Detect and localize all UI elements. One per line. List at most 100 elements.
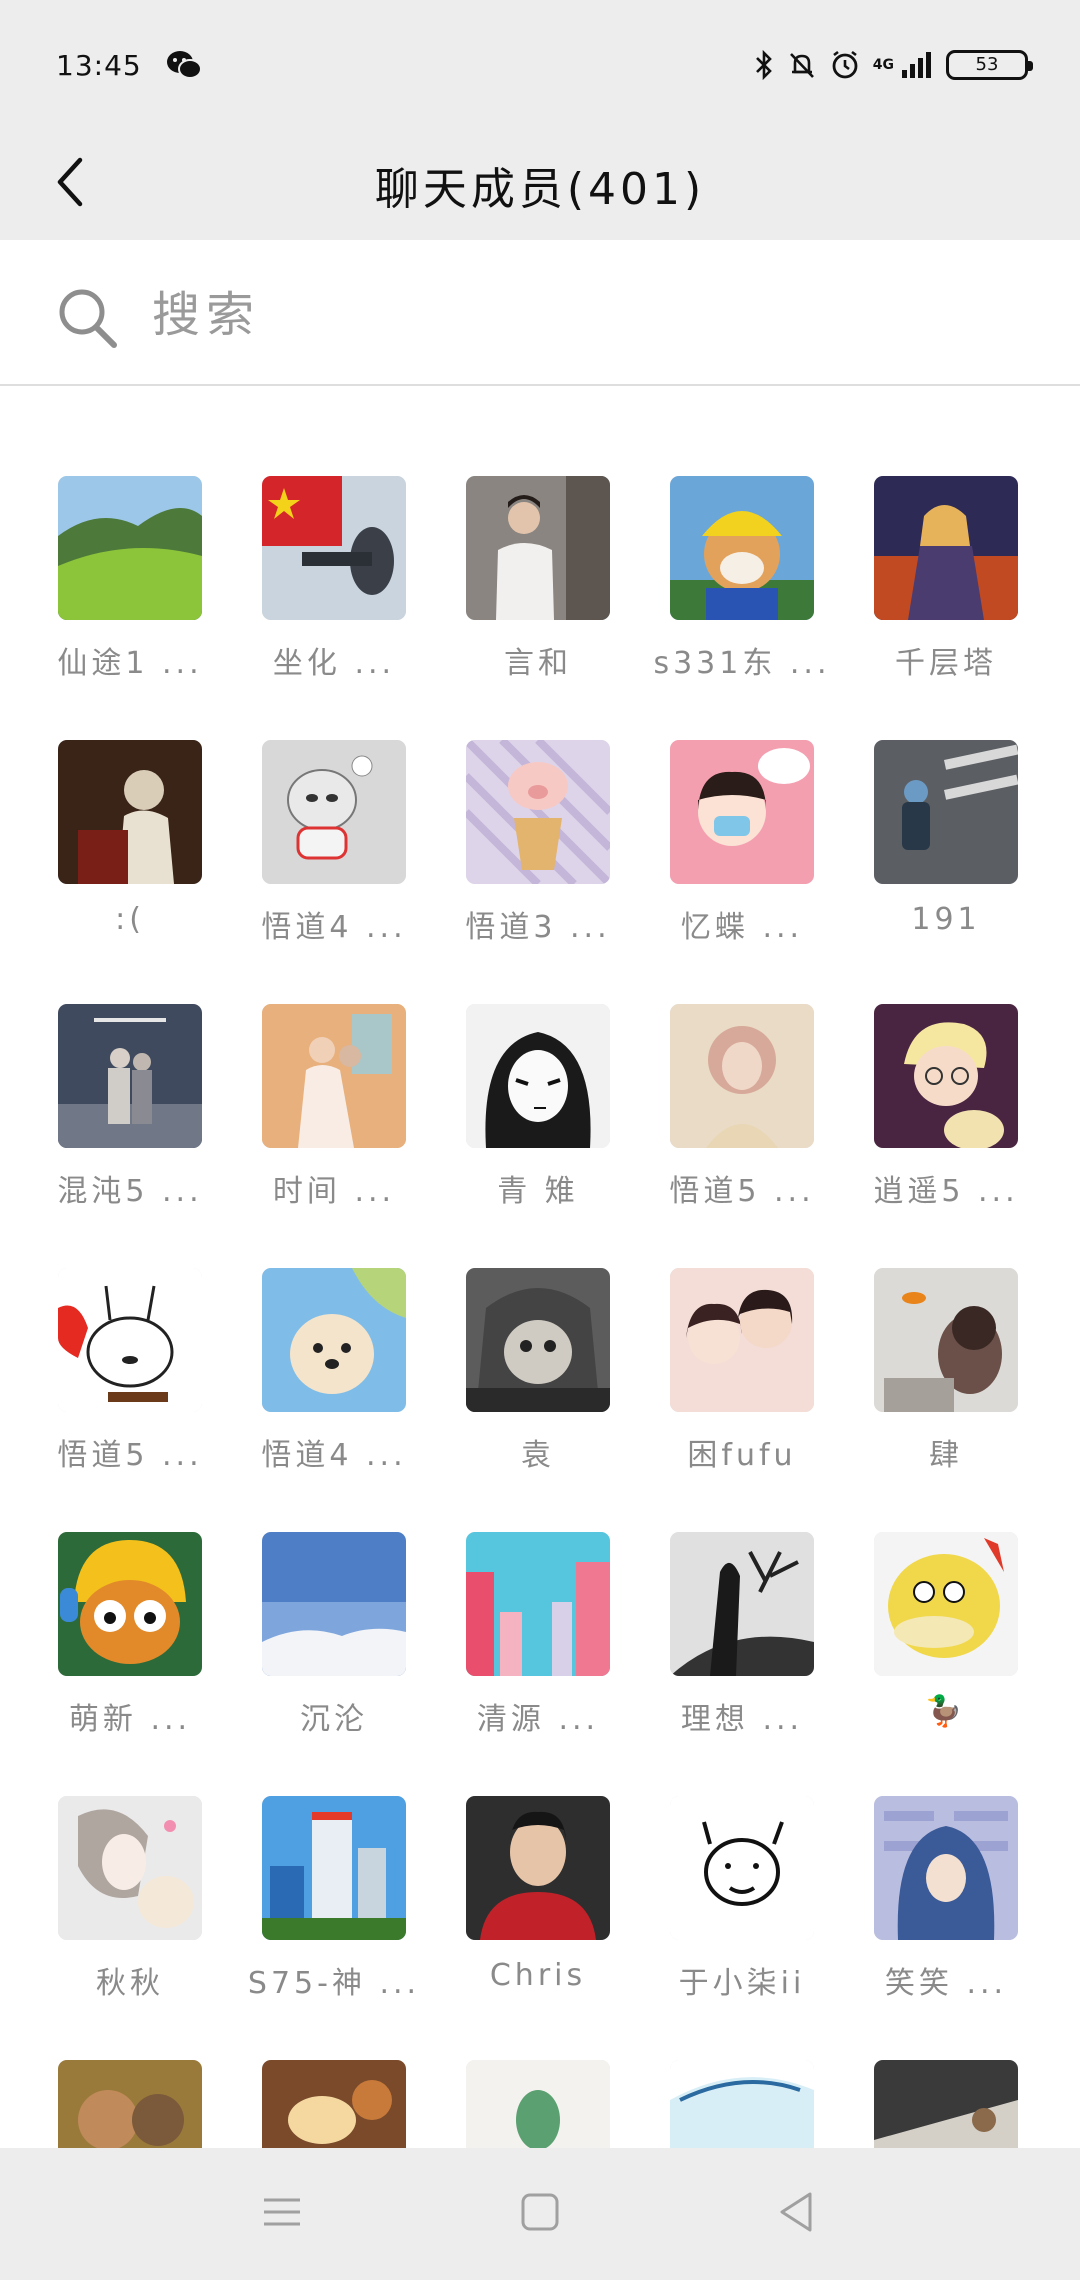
member-item[interactable]: 悟道5 ... xyxy=(28,1268,232,1498)
member-avatar[interactable] xyxy=(262,2060,406,2148)
member-avatar[interactable] xyxy=(58,476,202,620)
member-name: 困fufu xyxy=(687,1438,797,1473)
member-name: 悟道4 ... xyxy=(261,1438,407,1473)
member-item[interactable]: 萌新 ... xyxy=(28,1532,232,1762)
member-name: 混沌5 ... xyxy=(57,1174,203,1209)
member-name: 萌新 ... xyxy=(68,1702,192,1737)
member-item[interactable]: 🦆 xyxy=(844,1532,1048,1762)
member-item[interactable] xyxy=(232,2060,436,2148)
member-name: 悟道5 ... xyxy=(669,1174,815,1209)
member-avatar[interactable] xyxy=(58,1796,202,1940)
member-name: 坐化 ... xyxy=(272,646,396,681)
member-avatar[interactable] xyxy=(262,740,406,884)
menu-icon xyxy=(262,2192,302,2236)
member-item[interactable]: 于小柒ii xyxy=(640,1796,844,2026)
member-avatar[interactable] xyxy=(670,1268,814,1412)
member-item[interactable]: 秋秋 xyxy=(28,1796,232,2026)
member-item[interactable]: 逍遥5 ... xyxy=(844,1004,1048,1234)
member-avatar[interactable] xyxy=(58,2060,202,2148)
member-avatar[interactable] xyxy=(670,2060,814,2148)
battery-level: 53 xyxy=(975,54,999,75)
member-item[interactable]: 仙途1 ... xyxy=(28,476,232,706)
member-name: 青 雉 xyxy=(497,1174,579,1209)
member-item[interactable]: 笑笑 ... xyxy=(844,1796,1048,2026)
member-avatar[interactable] xyxy=(466,1796,610,1940)
member-avatar[interactable] xyxy=(670,476,814,620)
member-name: S75-神 ... xyxy=(247,1966,421,2001)
bluetooth-icon xyxy=(753,50,775,80)
member-avatar[interactable] xyxy=(466,1532,610,1676)
alarm-icon xyxy=(829,49,861,81)
menu-button[interactable] xyxy=(252,2184,312,2244)
member-item[interactable]: s331东 ... xyxy=(640,476,844,706)
member-item[interactable] xyxy=(844,2060,1048,2148)
member-avatar[interactable] xyxy=(262,1796,406,1940)
member-name: 秋秋 xyxy=(96,1966,164,2001)
signal-icon xyxy=(900,50,934,80)
nav-bar: 聊天成员(401) xyxy=(0,130,1080,240)
member-avatar[interactable] xyxy=(670,1796,814,1940)
member-avatar[interactable] xyxy=(874,2060,1018,2148)
member-name: 191 xyxy=(911,902,981,937)
member-item[interactable]: 理想 ... xyxy=(640,1532,844,1762)
member-name: 清源 ... xyxy=(476,1702,600,1737)
battery-indicator: 53 xyxy=(946,50,1033,80)
member-item[interactable]: 悟道4 ... xyxy=(232,740,436,970)
member-item[interactable]: 困fufu xyxy=(640,1268,844,1498)
member-item[interactable]: 千层塔 xyxy=(844,476,1048,706)
search-bar[interactable] xyxy=(0,240,1080,386)
member-item[interactable]: 混沌5 ... xyxy=(28,1004,232,1234)
member-avatar[interactable] xyxy=(262,1004,406,1148)
member-avatar[interactable] xyxy=(466,740,610,884)
member-item[interactable]: 悟道4 ... xyxy=(232,1268,436,1498)
member-avatar[interactable] xyxy=(262,476,406,620)
member-avatar[interactable] xyxy=(874,1004,1018,1148)
member-avatar[interactable] xyxy=(58,1532,202,1676)
status-bar: 13:45 4G 53 xyxy=(0,0,1080,130)
member-name: 悟道3 ... xyxy=(465,910,611,945)
status-time: 13:45 xyxy=(56,48,142,82)
member-item[interactable] xyxy=(640,2060,844,2148)
member-avatar[interactable] xyxy=(874,476,1018,620)
member-item[interactable] xyxy=(28,2060,232,2148)
member-item[interactable]: 191 xyxy=(844,740,1048,970)
member-avatar[interactable] xyxy=(58,740,202,884)
member-item[interactable]: S75-神 ... xyxy=(232,1796,436,2026)
nav-back-button[interactable] xyxy=(766,2184,826,2244)
member-avatar[interactable] xyxy=(670,1532,814,1676)
member-avatar[interactable] xyxy=(670,1004,814,1148)
member-item[interactable]: 时间 ... xyxy=(232,1004,436,1234)
member-item[interactable]: 忆蝶 ... xyxy=(640,740,844,970)
member-item[interactable]: 沉沦 xyxy=(232,1532,436,1762)
member-avatar[interactable] xyxy=(262,1532,406,1676)
member-avatar[interactable] xyxy=(262,1268,406,1412)
search-icon xyxy=(56,286,120,354)
member-avatar[interactable] xyxy=(58,1004,202,1148)
member-item[interactable]: 坐化 ... xyxy=(232,476,436,706)
member-item[interactable]: 悟道5 ... xyxy=(640,1004,844,1234)
page-title: 聊天成员(401) xyxy=(374,164,706,215)
member-avatar[interactable] xyxy=(874,1796,1018,1940)
member-avatar[interactable] xyxy=(466,2060,610,2148)
member-avatar[interactable] xyxy=(58,1268,202,1412)
member-avatar[interactable] xyxy=(466,476,610,620)
member-name: 🦆 xyxy=(925,1694,967,1729)
member-avatar[interactable] xyxy=(874,1268,1018,1412)
member-item[interactable]: 袁 xyxy=(436,1268,640,1498)
home-button[interactable] xyxy=(510,2184,570,2244)
member-item[interactable]: 肆 xyxy=(844,1268,1048,1498)
member-item[interactable]: Chris xyxy=(436,1796,640,2026)
member-item[interactable]: :( xyxy=(28,740,232,970)
member-avatar[interactable] xyxy=(670,740,814,884)
member-avatar[interactable] xyxy=(466,1004,610,1148)
home-icon xyxy=(520,2192,560,2236)
member-avatar[interactable] xyxy=(466,1268,610,1412)
member-avatar[interactable] xyxy=(874,740,1018,884)
member-avatar[interactable] xyxy=(874,1532,1018,1676)
search-input[interactable] xyxy=(150,274,1014,356)
member-item[interactable]: 言和 xyxy=(436,476,640,706)
member-item[interactable]: 悟道3 ... xyxy=(436,740,640,970)
member-item[interactable]: 青 雉 xyxy=(436,1004,640,1234)
member-item[interactable]: 清源 ... xyxy=(436,1532,640,1762)
member-item[interactable] xyxy=(436,2060,640,2148)
